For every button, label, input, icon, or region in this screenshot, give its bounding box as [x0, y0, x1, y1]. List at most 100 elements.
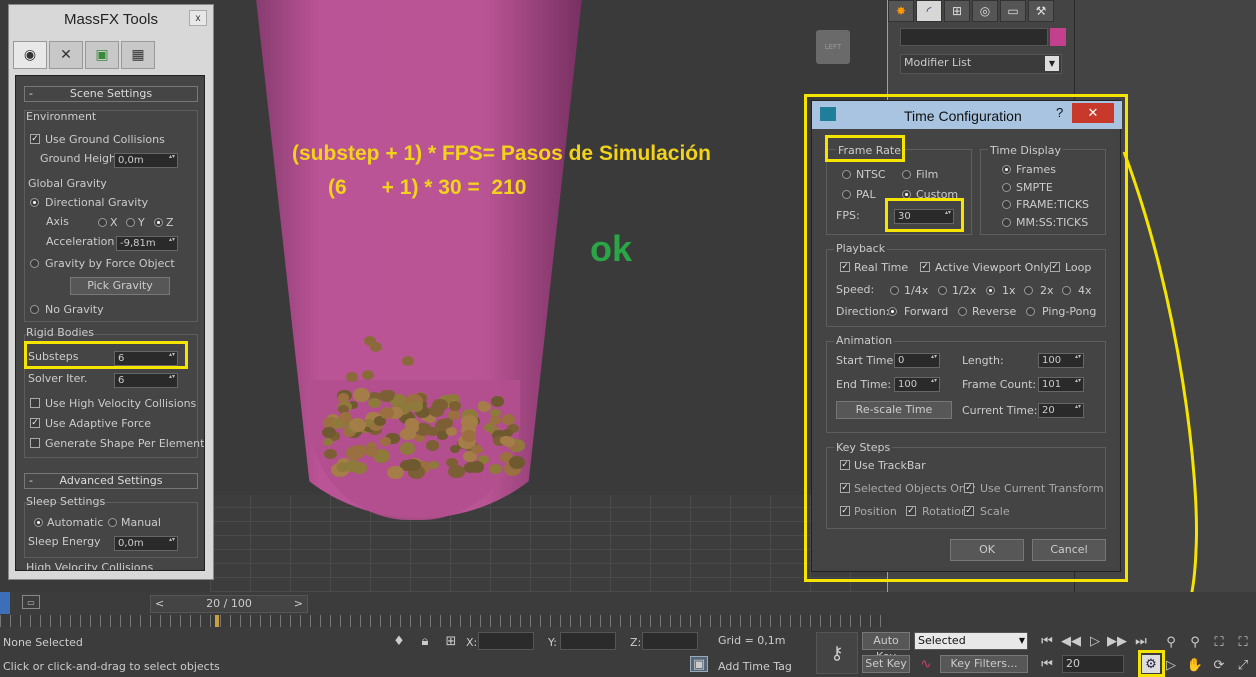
key-set-dropdown[interactable]: Selected ▼: [914, 632, 1028, 650]
massfx-close-button[interactable]: x: [189, 10, 207, 26]
x-coordinate-field[interactable]: [478, 632, 534, 650]
length-spinner[interactable]: 100: [1038, 353, 1084, 368]
use-trackbar-checkbox[interactable]: ✓: [840, 460, 850, 470]
advanced-settings-header[interactable]: - Advanced Settings: [24, 473, 198, 489]
zoom-icon[interactable]: ⚲: [1162, 634, 1180, 650]
sleep-energy-spinner[interactable]: 0,0m: [114, 536, 178, 551]
mmss-ticks-radio[interactable]: [1002, 218, 1011, 227]
key-filters-button[interactable]: Key Filters...: [940, 655, 1028, 673]
world-parameters-tab[interactable]: ◉: [13, 41, 47, 69]
curve-key-icon[interactable]: ∿: [914, 655, 938, 673]
next-frame-button[interactable]: >: [294, 596, 303, 612]
maximize-viewport-icon[interactable]: ⤢: [1234, 657, 1252, 673]
trackbar[interactable]: [0, 615, 888, 627]
speed-4x-radio[interactable]: [1062, 286, 1071, 295]
time-slider[interactable]: < 20 / 100 >: [150, 595, 308, 613]
gravity-by-force-radio[interactable]: [30, 259, 39, 268]
directional-gravity-radio[interactable]: [30, 198, 39, 207]
massfx-title-bar[interactable]: MassFX Tools x: [9, 5, 213, 33]
ping-pong-radio[interactable]: [1026, 307, 1035, 316]
start-time-spinner[interactable]: 0: [894, 353, 940, 368]
close-button[interactable]: ✕: [1072, 103, 1114, 123]
loop-checkbox[interactable]: ✓: [1050, 262, 1060, 272]
current-frame-field[interactable]: 20: [1062, 655, 1124, 673]
pal-radio[interactable]: [842, 190, 851, 199]
acceleration-spinner[interactable]: -9,81m: [116, 236, 178, 251]
object-name-field[interactable]: [900, 28, 1048, 46]
add-time-tag-label[interactable]: Add Time Tag: [718, 660, 792, 673]
hierarchy-tab[interactable]: ⊞: [944, 0, 970, 22]
automatic-radio[interactable]: [34, 518, 43, 527]
frame-count-spinner[interactable]: 101: [1038, 377, 1084, 392]
go-to-start-icon[interactable]: ⏮: [1038, 632, 1056, 650]
modify-tab[interactable]: ◜: [916, 0, 942, 22]
speed-1x-radio[interactable]: [986, 286, 995, 295]
reverse-radio[interactable]: [958, 307, 967, 316]
use-high-velocity-checkbox[interactable]: [30, 398, 40, 408]
mini-curve-editor-icon[interactable]: ▭: [22, 595, 40, 609]
previous-frame-icon[interactable]: ◀◀: [1061, 632, 1081, 650]
display-tab[interactable]: ▭: [1000, 0, 1026, 22]
prev-frame-button[interactable]: <: [155, 596, 164, 612]
viewcube[interactable]: LEFT: [816, 30, 850, 64]
help-button[interactable]: ?: [1056, 105, 1063, 120]
axis-x-radio[interactable]: [98, 218, 107, 227]
use-adaptive-force-checkbox[interactable]: ✓: [30, 418, 40, 428]
speed-2x-radio[interactable]: [1024, 286, 1033, 295]
smpte-radio[interactable]: [1002, 183, 1011, 192]
ok-button[interactable]: OK: [950, 539, 1024, 561]
time-tag-icon[interactable]: ▣: [690, 656, 708, 672]
modifier-list-dropdown[interactable]: Modifier List ▼: [900, 54, 1062, 74]
ground-height-spinner[interactable]: 0,0m: [114, 153, 178, 168]
utilities-tab[interactable]: ⚒: [1028, 0, 1054, 22]
use-current-transform-checkbox[interactable]: ✓: [964, 483, 974, 493]
current-time-spinner[interactable]: 20: [1038, 403, 1084, 418]
manual-radio[interactable]: [108, 518, 117, 527]
zoom-extents-all-icon[interactable]: ⛶: [1234, 634, 1252, 650]
go-to-end-icon[interactable]: ⏭: [1132, 632, 1150, 650]
frames-radio[interactable]: [1002, 165, 1011, 174]
scene-settings-header[interactable]: - Scene Settings: [24, 86, 198, 102]
simulation-tools-tab[interactable]: ✕: [49, 41, 83, 69]
cancel-button[interactable]: Cancel: [1032, 539, 1106, 561]
speed-quarter-radio[interactable]: [890, 286, 899, 295]
frame-ticks-radio[interactable]: [1002, 200, 1011, 209]
pick-gravity-button[interactable]: Pick Gravity: [70, 277, 170, 295]
rotation-checkbox[interactable]: ✓: [906, 506, 916, 516]
orbit-icon[interactable]: ⟳: [1210, 657, 1228, 673]
set-key-button[interactable]: Set Key: [862, 655, 910, 673]
use-ground-collisions-checkbox[interactable]: ✓: [30, 134, 40, 144]
forward-radio[interactable]: [888, 307, 897, 316]
speed-half-radio[interactable]: [938, 286, 947, 295]
selected-objects-only-checkbox[interactable]: ✓: [840, 483, 850, 493]
ntsc-radio[interactable]: [842, 170, 851, 179]
generate-shape-checkbox[interactable]: [30, 438, 40, 448]
motion-tab[interactable]: ◎: [972, 0, 998, 22]
solver-iter-spinner[interactable]: 6: [114, 373, 178, 388]
axis-y-radio[interactable]: [126, 218, 135, 227]
create-tab[interactable]: ✸: [888, 0, 914, 22]
pan-icon[interactable]: ✋: [1186, 657, 1204, 673]
multi-object-editor-tab[interactable]: ▣: [85, 41, 119, 69]
active-viewport-only-checkbox[interactable]: ✓: [920, 262, 930, 272]
scale-checkbox[interactable]: ✓: [964, 506, 974, 516]
film-radio[interactable]: [902, 170, 911, 179]
time-config-title-bar[interactable]: Time Configuration ? ✕: [812, 101, 1122, 129]
next-frame-icon[interactable]: ▶▶: [1107, 632, 1127, 650]
key-icon[interactable]: ⚷: [816, 632, 858, 674]
z-coordinate-field[interactable]: [642, 632, 698, 650]
display-options-tab[interactable]: ▦: [121, 41, 155, 69]
object-color-swatch[interactable]: [1050, 28, 1066, 46]
auto-key-button[interactable]: Auto Key: [862, 632, 910, 663]
y-coordinate-field[interactable]: [560, 632, 616, 650]
isolate-bulb-icon[interactable]: ♦: [392, 634, 406, 649]
real-time-checkbox[interactable]: ✓: [840, 262, 850, 272]
key-mode-icon[interactable]: ⏮: [1038, 655, 1056, 673]
axis-z-radio[interactable]: [154, 218, 163, 227]
zoom-all-icon[interactable]: ⚲: [1186, 634, 1204, 650]
play-icon[interactable]: ▷: [1086, 632, 1104, 650]
zoom-extents-icon[interactable]: ⛶: [1210, 634, 1228, 650]
end-time-spinner[interactable]: 100: [894, 377, 940, 392]
position-checkbox[interactable]: ✓: [840, 506, 850, 516]
absolute-mode-icon[interactable]: ⊞: [444, 634, 458, 649]
